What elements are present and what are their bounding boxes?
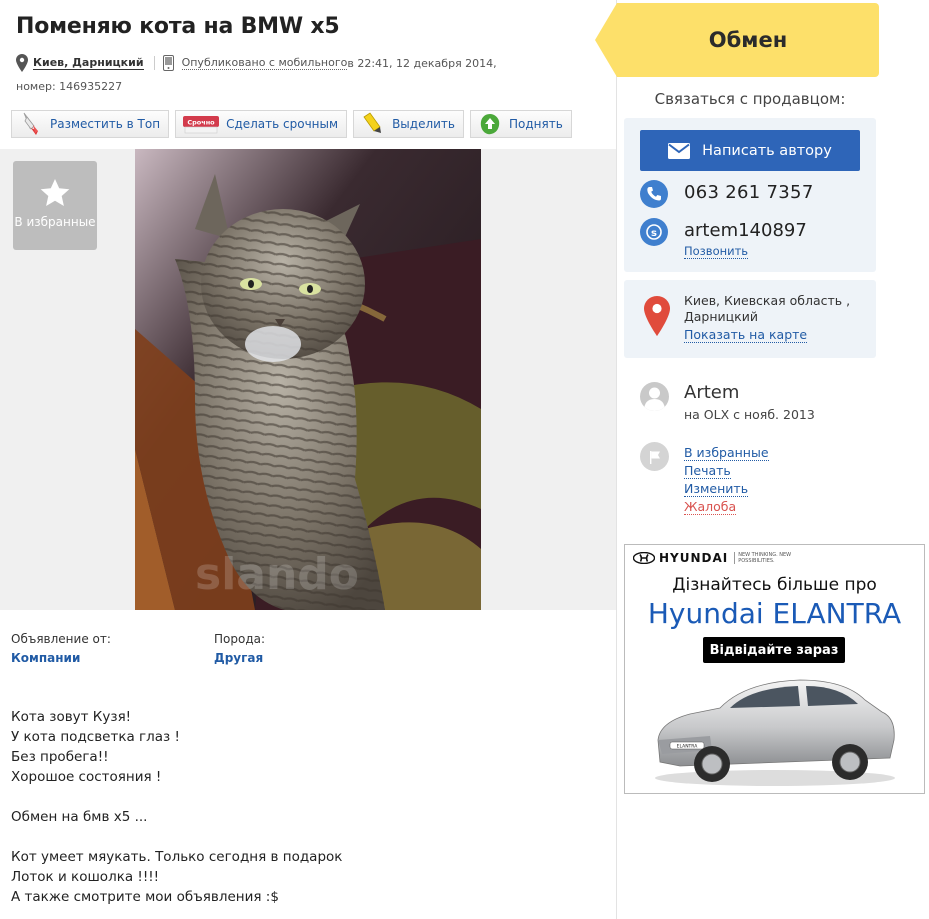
complain-link[interactable]: Жалоба (684, 499, 737, 515)
cat-photo[interactable]: slando (135, 149, 481, 610)
mobile-phone-icon (162, 55, 174, 71)
show-on-map-link[interactable]: Показать на карте (684, 328, 808, 343)
add-favorites-link[interactable]: В избранные (684, 445, 769, 461)
ad-cta-button[interactable]: Відвідайте зараз (703, 637, 845, 663)
listing-number: номер: 146935227 (16, 80, 123, 93)
phone-icon (640, 180, 668, 208)
star-icon (40, 179, 70, 206)
make-urgent-label: Сделать срочным (226, 117, 339, 131)
raise-button[interactable]: Поднять (469, 110, 572, 138)
location-line-1: Киев, Киевская область , (684, 293, 851, 308)
hyundai-ad-banner[interactable]: HYUNDAI NEW THINKING. NEW POSSIBILITIES.… (624, 544, 925, 794)
description-line: Лоток и кошолка !!!! (11, 869, 160, 885)
description-line: Обмен на бмв x5 ... (11, 809, 148, 825)
param-breed: Порода: Другая (214, 632, 414, 665)
description-line: У кота подсветка глаз ! (11, 729, 180, 745)
write-author-button[interactable]: Написать автору (640, 130, 860, 171)
description-line: Без пробега!! (11, 749, 109, 765)
contact-seller-title: Связаться с продавцом: (654, 90, 846, 108)
car-plate-text: ELANTRA (677, 744, 699, 750)
param-breed-value[interactable]: Другая (214, 651, 414, 665)
highlight-label: Выделить (392, 117, 455, 131)
param-offer-from: Объявление от: Компании (11, 632, 211, 665)
param-breed-label: Порода: (214, 632, 266, 646)
urgent-badge-text: Срочно (187, 119, 215, 127)
description-line: Кота зовут Кузя! (11, 709, 132, 725)
ad-logo-row: HYUNDAI NEW THINKING. NEW POSSIBILITIES. (633, 551, 808, 565)
ad-headline-1: Дізнайтесь більше про (672, 575, 877, 595)
description-line: Кот умеет мяукать. Только сегодня в пода… (11, 849, 343, 865)
listing-title: Поменяю кота на BMW x5 (16, 14, 340, 39)
marker-icon (360, 111, 386, 137)
print-link[interactable]: Печать (684, 463, 731, 479)
listing-city-link[interactable]: Киев, Дарницкий (33, 56, 144, 70)
highlight-button[interactable]: Выделить (353, 110, 464, 138)
published-mobile-label: Опубликовано с мобильного (181, 56, 348, 70)
seller-skype-name: artem140897 (684, 220, 807, 241)
map-marker-icon (644, 296, 670, 336)
seller-phone-number[interactable]: 063 261 7357 (684, 182, 814, 203)
seller-member-since: на OLX с нояб. 2013 (684, 407, 815, 422)
skype-call-link[interactable]: Позвонить (684, 245, 749, 259)
seller-location: Киев, Киевская область , Дарницкий (684, 293, 864, 325)
svg-text:s: s (651, 228, 657, 239)
make-urgent-button[interactable]: Срочно Сделать срочным (175, 110, 348, 138)
promo-toolbar: Разместить в Топ Срочно Сделать срочным … (11, 110, 572, 138)
write-author-label: Написать автору (702, 142, 832, 159)
description-line: А также смотрите мои объявления :$ (11, 889, 279, 905)
location-line-2: Дарницкий (684, 309, 758, 324)
location-pin-icon (16, 54, 28, 72)
promote-top-button[interactable]: Разместить в Топ (11, 110, 170, 138)
column-divider (616, 0, 617, 919)
raise-label: Поднять (508, 117, 563, 131)
promote-top-label: Разместить в Топ (50, 117, 161, 131)
favorites-label: В избранные (14, 215, 96, 229)
param-offer-from-value[interactable]: Компании (11, 651, 211, 665)
add-to-favorites-button[interactable]: В избранные (13, 161, 97, 250)
exchange-badge-notch (595, 3, 617, 77)
meta-divider (153, 56, 155, 70)
rocket-icon (18, 111, 44, 137)
listing-description: Кота зовут Кузя! У кота подсветка глаз !… (11, 707, 342, 907)
car-image: ELANTRA (655, 679, 895, 786)
ad-headline-2: Hyundai ELANTRA (647, 597, 902, 630)
published-date: в 22:41, 12 декабря 2014, (347, 56, 497, 70)
ad-tagline: NEW THINKING. NEW POSSIBILITIES. (734, 552, 808, 564)
description-line (11, 787, 342, 807)
flag-icon (640, 442, 669, 471)
raise-arrow-icon (477, 111, 503, 137)
ad-brand: HYUNDAI (659, 551, 729, 565)
seller-name[interactable]: Artem (684, 382, 739, 403)
skype-icon: s (640, 218, 668, 246)
param-offer-from-label: Объявление от: (11, 632, 111, 646)
urgent-badge-icon: Срочно (182, 111, 220, 137)
description-line: Хорошое состояния ! (11, 769, 162, 785)
user-avatar-icon (640, 382, 669, 411)
contact-box: Написать автору 063 261 7357 s artem1408… (624, 118, 876, 272)
description-line (11, 827, 342, 847)
photo-watermark: slando (195, 549, 359, 600)
location-box: Киев, Киевская область , Дарницкий Показ… (624, 280, 876, 358)
hyundai-logo-icon (633, 552, 655, 564)
edit-link[interactable]: Изменить (684, 481, 749, 497)
photo-gallery: В избранные slando (0, 149, 616, 610)
listing-actions: В избранные Печать Изменить Жалоба (684, 444, 769, 516)
exchange-badge: Обмен (617, 3, 879, 77)
listing-meta: Киев, Дарницкий Опубликовано с мобильног… (16, 54, 497, 72)
envelope-icon (668, 142, 691, 159)
